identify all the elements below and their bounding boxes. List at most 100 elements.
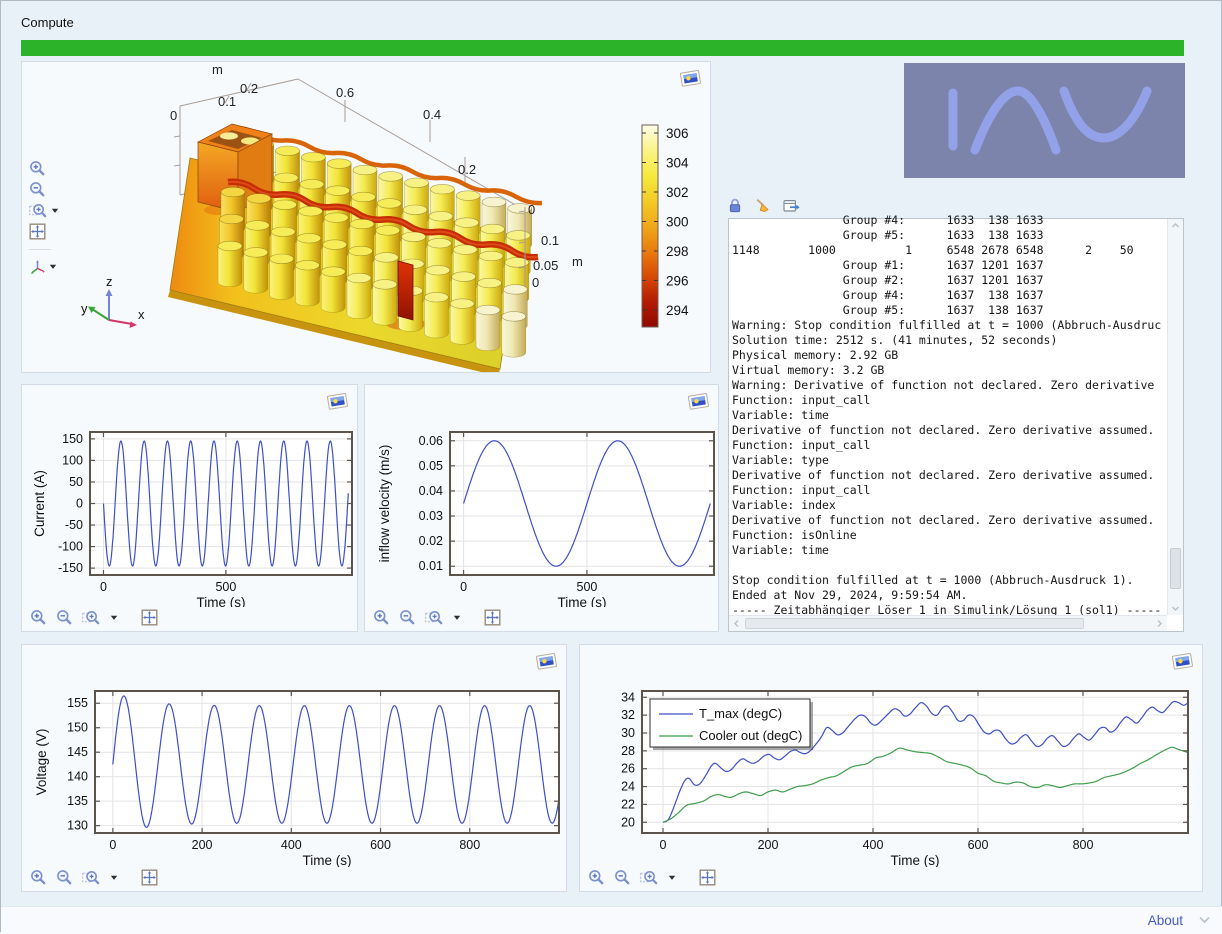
open-window-icon[interactable] [783, 199, 801, 213]
colorbar-tick-label: 302 [666, 185, 689, 200]
zoom-in-icon[interactable] [30, 609, 47, 626]
svg-text:130: 130 [67, 819, 88, 833]
log-horizontal-scrollbar[interactable] [729, 615, 1167, 631]
zoom-box-icon[interactable] [82, 869, 101, 886]
zoom-extents-icon[interactable] [141, 869, 158, 886]
axis-label: 0.2 [240, 81, 258, 96]
scroll-right-icon[interactable] [1152, 616, 1167, 631]
caret-down-icon[interactable] [110, 874, 118, 881]
plot-toolbar [30, 607, 158, 627]
axis-label: 0.1 [218, 94, 236, 109]
y-axis-label: inflow velocity (m/s) [377, 445, 392, 563]
svg-text:50: 50 [69, 475, 83, 489]
current-plot-panel: 0500-150-100-50050100150Time (s)Current … [21, 384, 358, 632]
status-bar: About [1, 906, 1222, 934]
scrollbar-thumb[interactable] [745, 618, 1084, 629]
log-vertical-scrollbar[interactable] [1167, 219, 1183, 615]
svg-text:24: 24 [621, 780, 635, 794]
caret-down-icon[interactable] [110, 614, 118, 621]
svg-text:32: 32 [621, 708, 635, 722]
axis-label: 0.4 [423, 107, 441, 122]
zoom-out-icon[interactable] [399, 609, 416, 626]
svg-text:0.02: 0.02 [419, 534, 443, 548]
colorbar-tick-label: 304 [666, 156, 689, 171]
zoom-box-icon[interactable] [640, 869, 659, 886]
zoom-out-icon[interactable] [614, 869, 631, 886]
svg-text:0: 0 [100, 580, 107, 594]
colorbar-tick-label: 298 [666, 244, 689, 259]
plot-area [450, 432, 714, 575]
voltage-plot-panel: 0200400600800130135140145150155Time (s)V… [21, 644, 567, 892]
svg-text:150: 150 [67, 721, 88, 735]
scrollbar-thumb[interactable] [1170, 548, 1181, 590]
svg-text:600: 600 [968, 838, 989, 852]
svg-text:150: 150 [62, 432, 83, 446]
clear-log-icon[interactable] [755, 198, 770, 213]
zoom-extents-icon[interactable] [484, 609, 501, 626]
svg-text:400: 400 [863, 838, 884, 852]
chevron-down-icon[interactable] [1198, 916, 1211, 924]
scroll-down-icon[interactable] [1168, 602, 1183, 615]
inflow-velocity-plot-panel: 05000.010.020.030.040.050.06Time (s)infl… [364, 384, 719, 632]
lock-icon[interactable] [728, 198, 742, 213]
svg-text:0.03: 0.03 [419, 509, 443, 523]
plot-toolbar [588, 867, 716, 887]
caret-down-icon[interactable] [51, 207, 59, 214]
temperature-plot-canvas[interactable]: 02004006008002022242628303234Time (s)T_m… [580, 671, 1204, 867]
caret-down-icon[interactable] [49, 263, 57, 270]
svg-text:0.06: 0.06 [419, 434, 443, 448]
zoom-in-icon[interactable] [588, 869, 605, 886]
progress-bar [21, 40, 1184, 56]
voltage-plot-canvas[interactable]: 0200400600800130135140145150155Time (s)V… [22, 671, 568, 867]
svg-text:200: 200 [192, 838, 213, 852]
zoom-box-icon[interactable] [425, 609, 444, 626]
plot-legend: T_max (degC)Cooler out (degC) [650, 699, 813, 750]
zoom-extents-icon[interactable] [29, 223, 46, 240]
zoom-box-icon[interactable] [82, 609, 101, 626]
svg-text:500: 500 [215, 580, 236, 594]
zoom-out-icon[interactable] [56, 609, 73, 626]
zoom-in-icon[interactable] [30, 869, 47, 886]
scroll-up-icon[interactable] [1168, 219, 1183, 232]
x-axis-label: Time (s) [891, 853, 940, 867]
svg-text:x: x [138, 307, 145, 322]
zoom-in-icon[interactable] [373, 609, 390, 626]
log-console: Group #4: 1633 138 1633 Group #5: 1633 1… [728, 218, 1184, 632]
svg-text:0.04: 0.04 [419, 484, 443, 498]
legend-label: T_max (degC) [699, 706, 782, 721]
svg-text:0: 0 [460, 580, 467, 594]
svg-text:600: 600 [370, 838, 391, 852]
colorbar-tick-label: 306 [666, 126, 689, 141]
graphics-toolbar [29, 160, 59, 275]
caret-down-icon[interactable] [453, 614, 461, 621]
zoom-extents-icon[interactable] [141, 609, 158, 626]
svg-text:0: 0 [76, 497, 83, 511]
zoom-extents-icon[interactable] [699, 869, 716, 886]
colorbar-tick-label: 296 [666, 274, 689, 289]
y-axis-label: Current (A) [32, 470, 47, 537]
caret-down-icon[interactable] [668, 874, 676, 881]
image-snapshot-icon[interactable] [679, 69, 702, 93]
log-text: Group #4: 1633 138 1633 Group #5: 1633 1… [732, 213, 1167, 615]
zoom-box-icon[interactable] [29, 202, 48, 219]
current-plot-canvas[interactable]: 0500-150-100-50050100150Time (s)Current … [22, 411, 359, 607]
graphics-3d-panel: 306304302300298296294m00.10.20.60.40.200… [21, 61, 711, 373]
svg-text:-150: -150 [58, 561, 83, 575]
axis-label: m [212, 62, 223, 77]
about-link[interactable]: About [1148, 913, 1183, 928]
scroll-left-icon[interactable] [729, 616, 744, 631]
x-axis-label: Time (s) [558, 595, 607, 607]
axis-label: 0 [528, 202, 535, 217]
zoom-out-icon[interactable] [29, 181, 46, 198]
zoom-out-icon[interactable] [56, 869, 73, 886]
svg-text:-50: -50 [65, 518, 83, 532]
toolbar-separator [29, 249, 51, 250]
svg-text:800: 800 [459, 838, 480, 852]
zoom-in-icon[interactable] [29, 160, 46, 177]
inflow-plot-canvas[interactable]: 05000.010.020.030.040.050.06Time (s)infl… [365, 411, 720, 607]
iav-logo [904, 63, 1185, 178]
view-3d-icon[interactable] [29, 259, 46, 275]
compute-label: Compute [21, 15, 74, 30]
battery-pack-3d-view[interactable]: 306304302300298296294m00.10.20.60.40.200… [22, 62, 710, 372]
svg-text:20: 20 [621, 815, 635, 829]
